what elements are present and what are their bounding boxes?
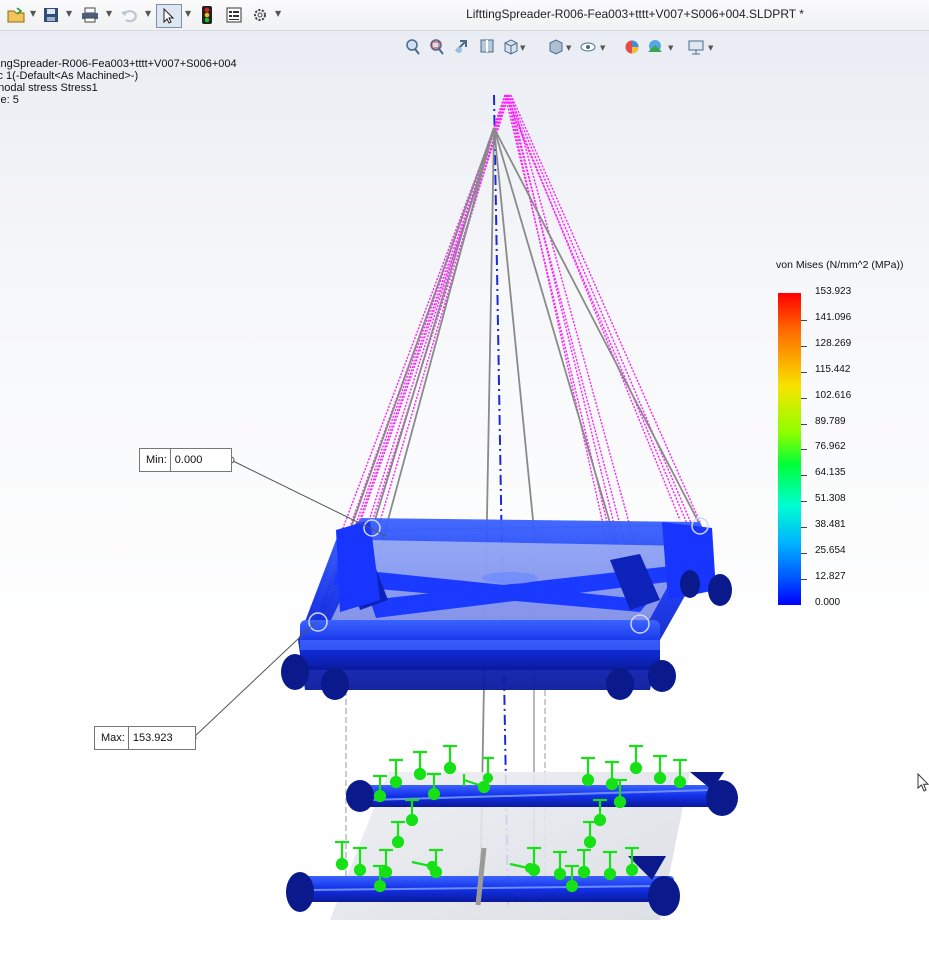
legend-value-label: 102.616 <box>815 389 852 401</box>
legend-tick <box>801 449 807 451</box>
legend-tick <box>801 501 807 503</box>
legend-value-label: 12.827 <box>815 570 846 582</box>
legend-value-label: 153.923 <box>815 286 852 297</box>
legend-value-label: 76.962 <box>815 441 846 453</box>
min-stress-callout[interactable]: Min: 0.000 <box>139 448 232 472</box>
max-stress-callout[interactable]: Max: 153.923 <box>94 726 196 750</box>
legend-value-label: 141.096 <box>815 311 852 323</box>
legend-value-label: 128.269 <box>815 337 852 349</box>
legend-value-label: 25.654 <box>815 545 846 556</box>
axis-label: Axis1 <box>512 886 544 901</box>
legend-tick <box>801 527 807 529</box>
min-callout-label: Min: <box>140 449 171 471</box>
legend-value-label: 51.308 <box>815 493 846 505</box>
mouse-cursor-icon <box>917 772 929 797</box>
min-callout-value: 0.000 <box>174 454 203 466</box>
legend-value-label: 38.481 <box>815 519 846 531</box>
legend-value-label: 64.135 <box>815 467 846 479</box>
legend-tick <box>801 553 807 554</box>
legend-value-label: 115.442 <box>815 363 851 375</box>
legend-tick <box>801 371 807 373</box>
max-callout-label: Max: <box>95 727 129 749</box>
legend-color-bar[interactable] <box>778 293 801 605</box>
legend-value-label: 89.789 <box>815 415 846 427</box>
legend-tick <box>801 578 807 580</box>
legend-tick <box>801 397 807 399</box>
spreader-frame-deformed <box>281 517 732 700</box>
legend-tick <box>801 423 807 425</box>
legend-tick <box>801 475 807 477</box>
legend-tick <box>801 345 807 347</box>
legend-title: von Mises (N/mm^2 (MPa)) <box>776 259 904 271</box>
max-callout-value: 153.923 <box>132 732 173 744</box>
legend-tick <box>801 319 807 321</box>
legend-value-label: 0.000 <box>815 596 841 608</box>
